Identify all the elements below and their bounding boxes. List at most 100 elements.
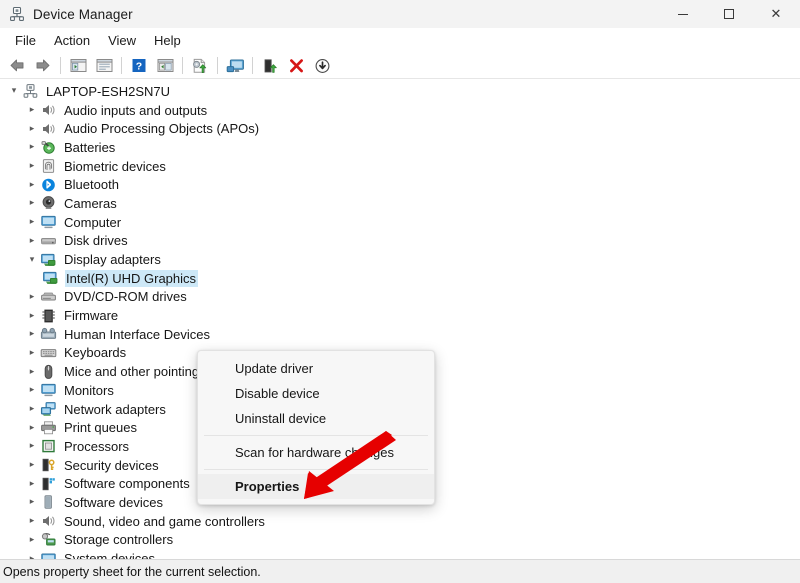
menu-file[interactable]: File bbox=[6, 30, 45, 51]
chevron-right-icon[interactable]: ▸ bbox=[24, 142, 40, 152]
properties-panel-icon[interactable] bbox=[91, 54, 117, 78]
battery-icon bbox=[40, 139, 57, 155]
chevron-down-icon[interactable]: ▾ bbox=[24, 255, 40, 265]
processor-icon bbox=[40, 438, 57, 454]
forward-arrow-icon[interactable] bbox=[30, 54, 56, 78]
tree-row-root[interactable]: ▾ LAPTOP-ESH2SN7U bbox=[0, 82, 800, 101]
minimize-button[interactable] bbox=[660, 0, 706, 28]
computer-root-icon bbox=[22, 83, 39, 99]
chevron-right-icon[interactable]: ▸ bbox=[24, 161, 40, 171]
tree-label: Mice and other pointing bbox=[64, 364, 200, 380]
chevron-right-icon[interactable]: ▸ bbox=[24, 329, 40, 339]
tree-row-sound-video-and-game-controllers[interactable]: ▸ Sound, video and game controllers bbox=[0, 512, 800, 531]
window-controls: ✕ bbox=[660, 0, 800, 28]
chevron-right-icon[interactable]: ▸ bbox=[24, 554, 40, 559]
tree-row-storage-controllers[interactable]: ▸ Storage controllers bbox=[0, 531, 800, 550]
tree-label: Firmware bbox=[64, 308, 119, 324]
status-text: Opens property sheet for the current sel… bbox=[3, 564, 261, 579]
system-device-icon bbox=[40, 551, 57, 559]
tree-row-intel-uhd-graphics[interactable]: Intel(R) UHD Graphics bbox=[0, 269, 800, 288]
chevron-right-icon[interactable]: ▸ bbox=[24, 236, 40, 246]
enable-device-icon[interactable] bbox=[257, 54, 283, 78]
help-icon[interactable]: ? bbox=[126, 54, 152, 78]
tree-row-biometric-devices[interactable]: ▸ Biometric devices bbox=[0, 157, 800, 176]
context-menu-item-scan-for-hardware-changes[interactable]: Scan for hardware changes bbox=[198, 440, 434, 465]
chevron-right-icon[interactable]: ▸ bbox=[24, 105, 40, 115]
tree-row-disk-drives[interactable]: ▸ Disk drives bbox=[0, 232, 800, 251]
context-menu-item-properties[interactable]: Properties bbox=[198, 474, 434, 499]
context-menu-separator bbox=[204, 469, 428, 470]
uninstall-device-icon[interactable] bbox=[283, 54, 309, 78]
display-adapter-icon bbox=[42, 270, 59, 286]
toolbar-separator bbox=[60, 57, 61, 74]
chevron-right-icon[interactable]: ▸ bbox=[24, 311, 40, 321]
menu-action[interactable]: Action bbox=[45, 30, 99, 51]
context-menu[interactable]: Update driver Disable device Uninstall d… bbox=[197, 350, 435, 505]
chevron-right-icon[interactable]: ▸ bbox=[24, 367, 40, 377]
tree-label: Intel(R) UHD Graphics bbox=[65, 269, 199, 287]
show-hide-console-tree-icon[interactable] bbox=[65, 54, 91, 78]
camera-icon bbox=[40, 195, 57, 211]
menu-help[interactable]: Help bbox=[145, 30, 190, 51]
tree-label: Network adapters bbox=[64, 401, 166, 417]
device-tree[interactable]: ▾ LAPTOP-ESH2SN7U ▸ Audio inputs and out… bbox=[0, 79, 800, 559]
tree-row-bluetooth[interactable]: ▸ Bluetooth bbox=[0, 175, 800, 194]
tree-row-human-interface-devices[interactable]: ▸ Human Interface Devices bbox=[0, 325, 800, 344]
context-menu-item-update-driver[interactable]: Update driver bbox=[198, 356, 434, 381]
tree-row-audio-processing-objects[interactable]: ▸ Audio Processing Objects (APOs) bbox=[0, 119, 800, 138]
menu-view[interactable]: View bbox=[99, 30, 145, 51]
tree-label: Software components bbox=[64, 476, 190, 492]
chevron-right-icon[interactable]: ▸ bbox=[24, 198, 40, 208]
chevron-right-icon[interactable]: ▸ bbox=[24, 217, 40, 227]
chevron-right-icon[interactable]: ▸ bbox=[24, 423, 40, 433]
context-menu-item-uninstall-device[interactable]: Uninstall device bbox=[198, 406, 434, 431]
software-component-icon bbox=[40, 476, 57, 492]
chevron-right-icon[interactable]: ▸ bbox=[24, 404, 40, 414]
maximize-button[interactable] bbox=[706, 0, 752, 28]
show-hide-action-pane-icon[interactable] bbox=[152, 54, 178, 78]
tree-row-audio-inputs-and-outputs[interactable]: ▸ Audio inputs and outputs bbox=[0, 101, 800, 120]
tree-label: Cameras bbox=[64, 195, 117, 211]
chevron-right-icon[interactable]: ▸ bbox=[24, 348, 40, 358]
tree-row-computer[interactable]: ▸ Computer bbox=[0, 213, 800, 232]
disable-device-icon[interactable] bbox=[309, 54, 335, 78]
tree-label: Display adapters bbox=[64, 252, 161, 268]
context-menu-separator bbox=[204, 435, 428, 436]
tree-label: Human Interface Devices bbox=[64, 326, 210, 342]
chevron-down-icon[interactable]: ▾ bbox=[6, 86, 22, 96]
keyboard-icon bbox=[40, 345, 57, 361]
monitor-icon bbox=[40, 382, 57, 398]
chevron-right-icon[interactable]: ▸ bbox=[24, 535, 40, 545]
printer-icon bbox=[40, 420, 57, 436]
chevron-right-icon[interactable]: ▸ bbox=[24, 460, 40, 470]
context-menu-item-disable-device[interactable]: Disable device bbox=[198, 381, 434, 406]
tree-label: System devices bbox=[64, 551, 156, 559]
chevron-right-icon[interactable]: ▸ bbox=[24, 479, 40, 489]
tree-row-display-adapters[interactable]: ▾ Display adapters bbox=[0, 250, 800, 269]
toolbar-separator bbox=[252, 57, 253, 74]
toolbar-separator bbox=[121, 57, 122, 74]
chevron-right-icon[interactable]: ▸ bbox=[24, 180, 40, 190]
device-manager-window: Device Manager ✕ File Action View Help ?… bbox=[0, 0, 800, 583]
chevron-right-icon[interactable]: ▸ bbox=[24, 292, 40, 302]
software-device-icon bbox=[40, 494, 57, 510]
optical-drive-icon bbox=[40, 289, 57, 305]
scan-for-hardware-changes-icon[interactable] bbox=[222, 54, 248, 78]
back-arrow-icon[interactable] bbox=[4, 54, 30, 78]
chevron-right-icon[interactable]: ▸ bbox=[24, 516, 40, 526]
close-button[interactable]: ✕ bbox=[752, 0, 800, 28]
chevron-right-icon[interactable]: ▸ bbox=[24, 497, 40, 507]
tree-row-cameras[interactable]: ▸ Cameras bbox=[0, 194, 800, 213]
tree-label: Audio Processing Objects (APOs) bbox=[64, 121, 260, 137]
tree-row-system-devices[interactable]: ▸ System devices bbox=[0, 549, 800, 559]
tree-row-dvd-cd-rom-drives[interactable]: ▸ DVD/CD-ROM drives bbox=[0, 288, 800, 307]
update-driver-icon[interactable] bbox=[187, 54, 213, 78]
tree-label: Print queues bbox=[64, 420, 137, 436]
chevron-right-icon[interactable]: ▸ bbox=[24, 124, 40, 134]
chevron-right-icon[interactable]: ▸ bbox=[24, 441, 40, 451]
toolbar-separator bbox=[217, 57, 218, 74]
tree-label: Processors bbox=[64, 438, 130, 454]
tree-row-firmware[interactable]: ▸ Firmware bbox=[0, 306, 800, 325]
tree-row-batteries[interactable]: ▸ Batteries bbox=[0, 138, 800, 157]
chevron-right-icon[interactable]: ▸ bbox=[24, 385, 40, 395]
